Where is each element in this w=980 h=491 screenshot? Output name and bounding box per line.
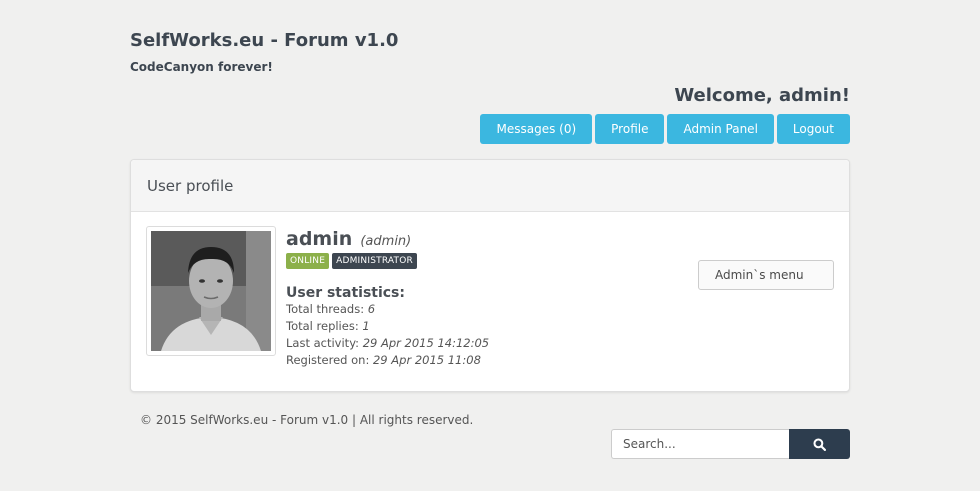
stat-registered-label: Registered on: [286,353,370,367]
top-nav: Messages (0) Profile Admin Panel Logout [480,114,850,144]
stat-activity-value: 29 Apr 2015 14:12:05 [362,336,490,350]
footer-copyright: © 2015 SelfWorks.eu - Forum v1.0 | All r… [140,413,474,427]
messages-button[interactable]: Messages (0) [480,114,593,144]
logout-button[interactable]: Logout [776,114,850,144]
stat-activity-label: Last activity: [286,336,360,350]
panel-title: User profile [131,160,849,212]
avatar [146,226,276,356]
username-row: admin (admin) [286,228,489,250]
avatar-picture [151,231,271,351]
search-icon [813,437,826,451]
search-form [611,429,850,459]
stats-title: User statistics: [286,285,405,301]
stat-activity: Last activity: 29 Apr 2015 14:12:05 [286,335,489,352]
profile-button[interactable]: Profile [595,114,665,144]
user-role: (admin) [360,234,412,249]
stat-registered-value: 29 Apr 2015 11:08 [372,353,481,367]
site-title[interactable]: SelfWorks.eu - Forum v1.0 [130,30,398,51]
search-input[interactable] [611,429,789,459]
admin-panel-button[interactable]: Admin Panel [667,114,774,144]
user-badges: ONLINE ADMINISTRATOR [286,253,489,269]
stat-threads-value: 6 [367,302,376,316]
user-info: admin (admin) ONLINE ADMINISTRATOR User … [286,228,489,369]
stat-threads: Total threads: 6 [286,301,489,318]
role-badge: ADMINISTRATOR [332,253,417,269]
site-subtitle: CodeCanyon forever! [130,60,273,74]
online-badge: ONLINE [286,253,330,269]
search-button[interactable] [789,429,850,459]
user-profile-panel: User profile admin (admin) ONLINE ADMINI… [130,159,850,392]
avatar-photo [151,231,271,351]
stat-registered: Registered on: 29 Apr 2015 11:08 [286,352,489,369]
welcome-message: Welcome, admin! [674,85,850,106]
admin-menu-button[interactable]: Admin`s menu [698,260,834,290]
page: SelfWorks.eu - Forum v1.0 CodeCanyon for… [0,0,980,491]
stat-replies-label: Total replies: [286,319,359,333]
stat-threads-label: Total threads: [286,302,365,316]
stat-replies-value: 1 [362,319,370,333]
stat-replies: Total replies: 1 [286,318,489,335]
username: admin [286,228,353,250]
